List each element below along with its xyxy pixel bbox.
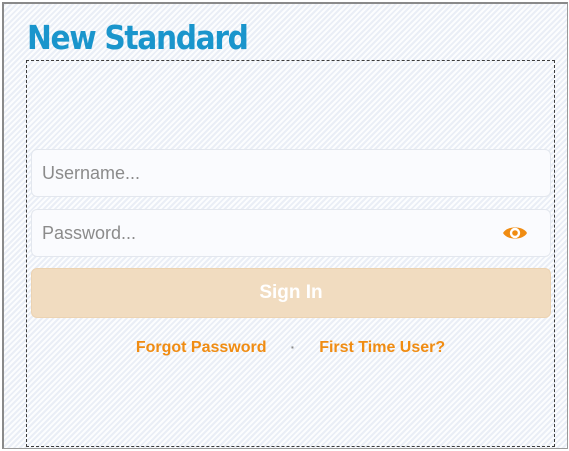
username-field[interactable] [31, 149, 551, 197]
password-field[interactable] [31, 209, 551, 257]
first-time-user-link[interactable]: First Time User? [319, 339, 445, 356]
username-input[interactable] [42, 150, 482, 196]
login-window: New Standard Sign In Forgot Password · Fir… [2, 2, 568, 449]
forgot-password-link[interactable]: Forgot Password [136, 339, 267, 356]
login-links: Forgot Password · First Time User? [27, 337, 554, 358]
link-separator: · [290, 339, 296, 355]
page-title: New Standard [27, 18, 249, 57]
login-panel: Sign In Forgot Password · First Time User? [26, 60, 555, 447]
password-input[interactable] [42, 210, 482, 256]
sign-in-button[interactable]: Sign In [31, 268, 551, 318]
eye-icon[interactable] [502, 223, 528, 243]
